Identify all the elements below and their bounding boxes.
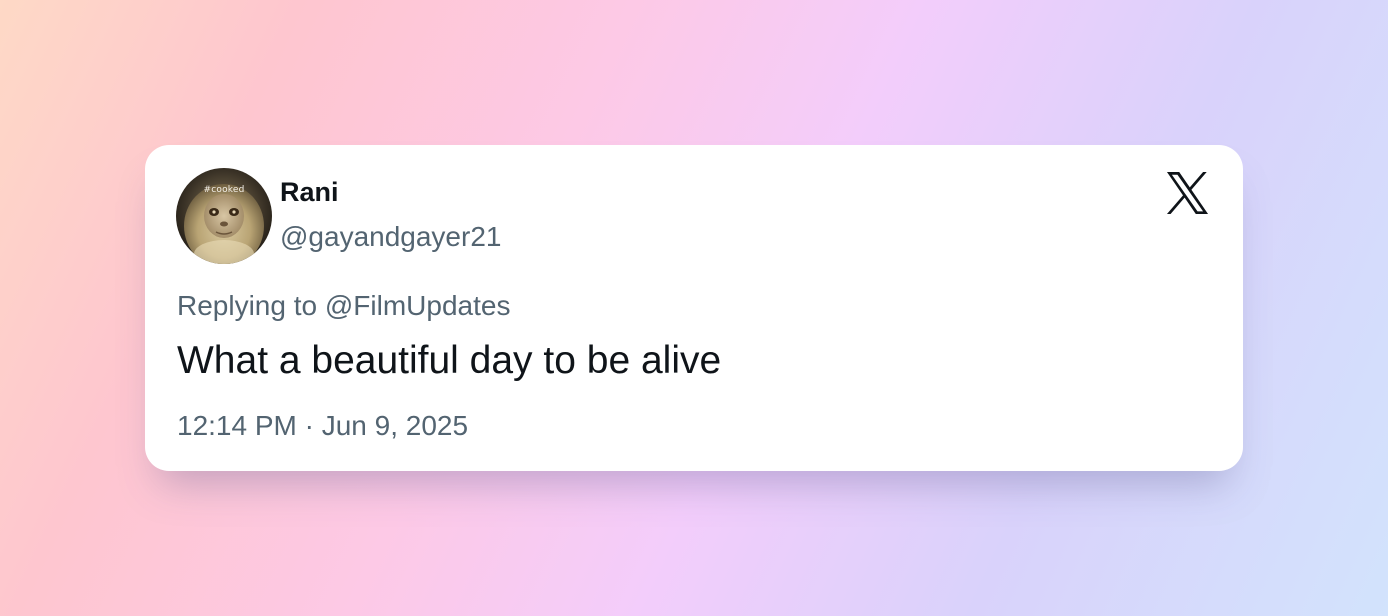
author-handle[interactable]: @gayandgayer21 (280, 221, 501, 253)
author-name[interactable]: Rani (280, 177, 339, 208)
monkey-avatar-image (176, 168, 272, 264)
x-logo-icon[interactable] (1165, 172, 1210, 214)
tweet-text: What a beautiful day to be alive (177, 339, 722, 382)
avatar[interactable]: #cooked (176, 168, 272, 264)
tweet-card: #cooked Rani @gayandgayer21 Replying to … (145, 145, 1243, 471)
tweet-timestamp[interactable]: 12:14 PM · Jun 9, 2025 (177, 410, 468, 442)
reply-context[interactable]: Replying to @FilmUpdates (177, 290, 510, 322)
avatar-caption: #cooked (203, 185, 245, 195)
